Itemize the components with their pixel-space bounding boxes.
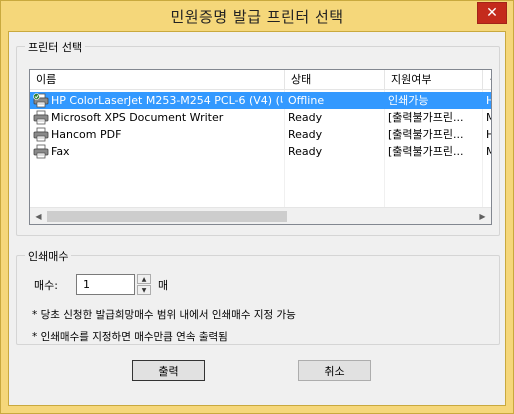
spin-down-icon[interactable]: ▼ <box>137 285 151 295</box>
dialog-title: 민원증명 발급 프린터 선택 <box>170 8 344 26</box>
printer-support-cell: 인쇄가능 <box>388 94 429 107</box>
default-printer-icon <box>33 93 49 108</box>
title-bar[interactable]: 민원증명 발급 프린터 선택 ✕ <box>1 1 513 31</box>
printer-name-cell: HP ColorLaserJet M253-M254 PCL-6 (V4) (네… <box>51 94 283 107</box>
printer-name-cell: Fax <box>51 145 70 158</box>
printer-list[interactable]: 이름 상태 지원여부 · HP ColorLaserJet M253-M254 … <box>29 69 492 225</box>
printer-row[interactable]: HP ColorLaserJet M253-M254 PCL-6 (V4) (네… <box>30 92 491 109</box>
list-header: 이름 상태 지원여부 · <box>30 70 491 90</box>
copies-unit: 매 <box>158 279 169 292</box>
scroll-left-icon[interactable]: ◀ <box>30 208 47 224</box>
horizontal-scrollbar[interactable]: ◀ ▶ <box>30 207 491 224</box>
copies-group-legend: 인쇄매수 <box>25 248 72 264</box>
cancel-button[interactable]: 취소 <box>298 360 371 381</box>
copies-label: 매수: <box>34 279 58 292</box>
printer-status-cell: Ready <box>288 128 323 141</box>
printer-icon <box>33 144 49 159</box>
dialog-window: 민원증명 발급 프린터 선택 ✕ 프린터 선택 이름 상태 지원여부 · HP … <box>0 0 514 414</box>
printer-extra-cell: M <box>486 109 491 126</box>
printer-status-cell: Offline <box>288 94 325 107</box>
column-header-extra[interactable]: · <box>483 70 491 90</box>
printer-name-cell: Hancom PDF <box>51 128 122 141</box>
note-range: * 당초 신청한 발급희망매수 범위 내에서 인쇄매수 지정 가능 <box>32 309 296 321</box>
spin-up-icon[interactable]: ▲ <box>137 274 151 284</box>
printer-status-cell: Ready <box>288 145 323 158</box>
column-header-status[interactable]: 상태 <box>285 70 385 90</box>
printer-row[interactable]: Microsoft XPS Document Writer Ready [출력불가프… <box>30 109 491 126</box>
scroll-right-icon[interactable]: ▶ <box>474 208 491 224</box>
printer-name-cell: Microsoft XPS Document Writer <box>51 111 224 124</box>
note-continuous: * 인쇄매수를 지정하면 매수만큼 연속 출력됨 <box>32 331 228 343</box>
printer-row[interactable]: Hancom PDF Ready [출력불가프린... H <box>30 126 491 143</box>
printer-icon <box>33 110 49 125</box>
scroll-thumb[interactable] <box>47 211 287 222</box>
dialog-client-area: 프린터 선택 이름 상태 지원여부 · HP ColorLaserJet M25… <box>8 31 506 406</box>
print-button[interactable]: 출력 <box>132 360 205 381</box>
printer-support-cell: [출력불가프린... <box>388 128 464 141</box>
printer-support-cell: [출력불가프린... <box>388 145 464 158</box>
close-button[interactable]: ✕ <box>477 2 507 24</box>
printer-extra-cell: H <box>486 92 491 109</box>
printer-group-legend: 프린터 선택 <box>25 39 86 55</box>
printer-extra-cell: H <box>486 126 491 143</box>
column-header-support[interactable]: 지원여부 <box>385 70 483 90</box>
column-header-name[interactable]: 이름 <box>30 70 285 90</box>
close-icon: ✕ <box>486 5 498 21</box>
printer-support-cell: [출력불가프린... <box>388 111 464 124</box>
printer-row[interactable]: Fax Ready [출력불가프린... M <box>30 143 491 160</box>
printer-select-group: 프린터 선택 이름 상태 지원여부 · HP ColorLaserJet M25… <box>16 39 500 236</box>
printer-status-cell: Ready <box>288 111 323 124</box>
copies-input[interactable]: 1 <box>76 274 135 295</box>
printer-extra-cell: M <box>486 143 491 160</box>
printer-icon <box>33 127 49 142</box>
